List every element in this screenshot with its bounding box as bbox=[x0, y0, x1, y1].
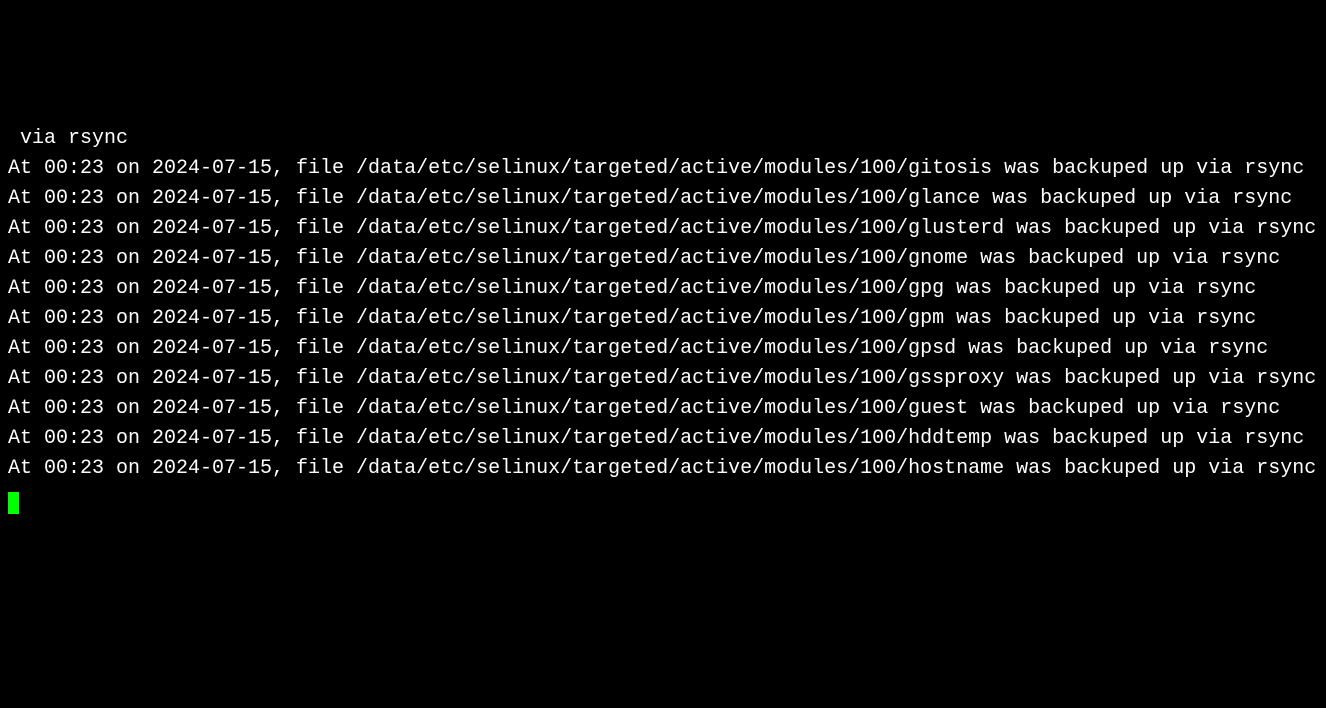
log-line: At 00:23 on 2024-07-15, file /data/etc/s… bbox=[8, 187, 1292, 210]
log-line: At 00:23 on 2024-07-15, file /data/etc/s… bbox=[8, 157, 1304, 180]
log-line: At 00:23 on 2024-07-15, file /data/etc/s… bbox=[8, 337, 1268, 360]
log-line: At 00:23 on 2024-07-15, file /data/etc/s… bbox=[8, 307, 1256, 330]
log-line: At 00:23 on 2024-07-15, file /data/etc/s… bbox=[8, 427, 1304, 450]
terminal-cursor bbox=[8, 492, 19, 514]
log-line: At 00:23 on 2024-07-15, file /data/etc/s… bbox=[8, 277, 1256, 300]
log-line: At 00:23 on 2024-07-15, file /data/etc/s… bbox=[8, 397, 1280, 420]
log-line: At 00:23 on 2024-07-15, file /data/etc/s… bbox=[8, 247, 1280, 270]
terminal-output[interactable]: via rsync At 00:23 on 2024-07-15, file /… bbox=[8, 124, 1318, 514]
log-line: At 00:23 on 2024-07-15, file /data/etc/s… bbox=[8, 457, 1316, 480]
log-line: At 00:23 on 2024-07-15, file /data/etc/s… bbox=[8, 217, 1316, 240]
log-line: At 00:23 on 2024-07-15, file /data/etc/s… bbox=[8, 367, 1316, 390]
log-line: via rsync bbox=[8, 127, 128, 150]
